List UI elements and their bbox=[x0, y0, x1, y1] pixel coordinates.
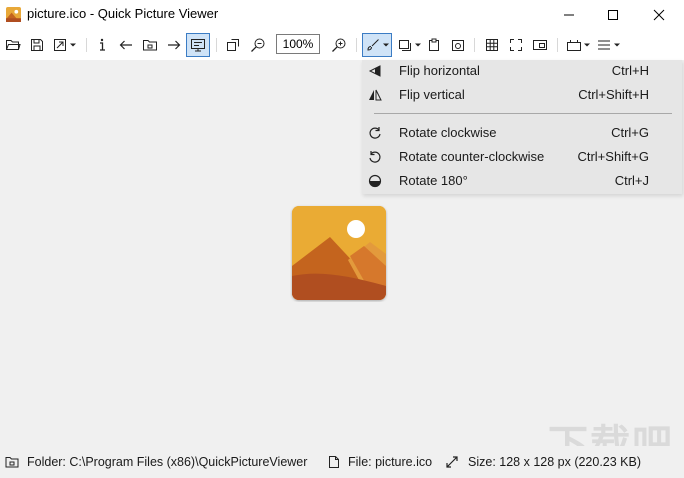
export-image-icon bbox=[54, 39, 66, 51]
flip-horizontal-icon bbox=[368, 65, 381, 77]
folder-open-icon bbox=[6, 40, 21, 50]
menu-separator bbox=[374, 113, 672, 114]
info-button[interactable] bbox=[94, 33, 110, 57]
close-icon bbox=[653, 9, 665, 21]
toolbar-separator bbox=[86, 38, 87, 52]
arrow-right-icon bbox=[168, 40, 181, 50]
picture-in-picture-button[interactable] bbox=[532, 33, 548, 57]
brush-icon bbox=[367, 39, 379, 51]
slideshow-button[interactable] bbox=[186, 33, 210, 57]
menu-item-flip-horizontal[interactable]: Flip horizontal Ctrl+H bbox=[362, 60, 682, 82]
menu-item-rotate-180[interactable]: Rotate 180° Ctrl+J bbox=[362, 170, 682, 192]
toolbar-separator bbox=[474, 38, 475, 52]
menu-item-rotate-clockwise[interactable]: Rotate clockwise Ctrl+G bbox=[362, 122, 682, 144]
menu-item-shortcut: Ctrl+Shift+H bbox=[578, 87, 649, 102]
save-button[interactable] bbox=[28, 33, 46, 57]
image-size-label: Size: 128 x 128 px (220.23 KB) bbox=[468, 455, 642, 469]
chevron-down-icon bbox=[383, 43, 389, 47]
arrow-left-icon bbox=[119, 40, 132, 50]
toolbar-separator bbox=[356, 38, 357, 52]
image-settings-icon bbox=[452, 40, 464, 51]
menu-item-label: Rotate counter-clockwise bbox=[399, 149, 545, 164]
previous-button[interactable] bbox=[117, 33, 135, 57]
hamburger-menu-icon bbox=[598, 40, 610, 50]
menu-item-flip-vertical[interactable]: Flip vertical Ctrl+Shift+H bbox=[362, 84, 682, 106]
grid-icon bbox=[486, 39, 498, 51]
menu-item-shortcut: Ctrl+Shift+G bbox=[577, 149, 649, 164]
file-icon bbox=[329, 456, 339, 468]
fullscreen-icon bbox=[510, 39, 522, 51]
menu-item-label: Flip vertical bbox=[399, 87, 465, 102]
title-bar[interactable]: picture.ico - Quick Picture Viewer bbox=[0, 0, 684, 30]
toolbar bbox=[0, 30, 684, 60]
chevron-down-icon bbox=[584, 43, 590, 47]
folder-icon bbox=[5, 457, 19, 468]
fit-to-window-button[interactable] bbox=[224, 33, 242, 57]
open-folder-button[interactable] bbox=[141, 33, 159, 57]
window-title: picture.ico - Quick Picture Viewer bbox=[27, 6, 219, 21]
status-bar: Folder: C:\Program Files (x86)\QuickPict… bbox=[0, 446, 684, 478]
rotate-flip-menu: Flip horizontal Ctrl+H Flip vertical Ctr… bbox=[362, 60, 682, 194]
menu-item-label: Flip horizontal bbox=[399, 63, 480, 78]
fullscreen-button[interactable] bbox=[508, 33, 524, 57]
save-icon bbox=[31, 39, 43, 51]
copy-icon bbox=[399, 40, 411, 51]
menu-item-shortcut: Ctrl+J bbox=[614, 173, 649, 188]
export-dropdown-button[interactable] bbox=[50, 33, 78, 57]
rotate-flip-dropdown-button[interactable] bbox=[362, 33, 392, 57]
chevron-down-icon bbox=[614, 43, 620, 47]
flip-vertical-icon bbox=[369, 89, 382, 101]
zoom-out-icon bbox=[251, 38, 265, 52]
minimize-button[interactable] bbox=[546, 0, 592, 30]
toolbar-separator bbox=[557, 38, 558, 52]
file-name-label: File: picture.ico bbox=[348, 455, 433, 469]
menu-item-label: Rotate clockwise bbox=[399, 125, 497, 140]
wallpaper-button[interactable] bbox=[450, 33, 466, 57]
plugins-icon bbox=[567, 40, 581, 51]
info-icon bbox=[100, 38, 105, 51]
resize-icon bbox=[446, 456, 458, 468]
toolbar-separator bbox=[216, 38, 217, 52]
chevron-down-icon bbox=[70, 43, 76, 47]
clipboard-icon bbox=[429, 38, 439, 51]
folder-path-label: Folder: C:\Program Files (x86)\QuickPict… bbox=[27, 455, 308, 469]
menu-item-shortcut: Ctrl+G bbox=[611, 125, 649, 140]
menu-item-rotate-counter-clockwise[interactable]: Rotate counter-clockwise Ctrl+Shift+G bbox=[362, 146, 682, 168]
menu-item-label: Rotate 180° bbox=[399, 173, 468, 188]
plugins-dropdown-button[interactable] bbox=[565, 33, 591, 57]
copy-dropdown-button[interactable] bbox=[395, 33, 423, 57]
grid-button[interactable] bbox=[484, 33, 500, 57]
rotate-counter-clockwise-icon bbox=[369, 151, 381, 163]
fit-window-icon bbox=[227, 39, 239, 51]
close-button[interactable] bbox=[636, 0, 682, 30]
maximize-icon bbox=[608, 10, 618, 20]
chevron-down-icon bbox=[415, 43, 421, 47]
zoom-out-button[interactable] bbox=[249, 33, 267, 57]
zoom-in-button[interactable] bbox=[330, 33, 348, 57]
rotate-180-icon bbox=[368, 174, 382, 188]
zoom-in-icon bbox=[332, 38, 346, 52]
slideshow-icon bbox=[191, 39, 205, 52]
folder-icon bbox=[143, 40, 157, 51]
menu-dropdown-button[interactable] bbox=[595, 33, 621, 57]
zoom-level-input[interactable] bbox=[276, 34, 320, 54]
minimize-icon bbox=[564, 14, 574, 16]
open-button[interactable] bbox=[4, 33, 22, 57]
maximize-button[interactable] bbox=[590, 0, 636, 30]
paste-button[interactable] bbox=[426, 33, 442, 57]
rotate-clockwise-icon bbox=[369, 127, 381, 139]
picture-in-picture-icon bbox=[533, 40, 547, 50]
app-icon bbox=[6, 7, 21, 22]
next-button[interactable] bbox=[165, 33, 183, 57]
displayed-picture bbox=[292, 206, 386, 300]
menu-item-shortcut: Ctrl+H bbox=[611, 63, 649, 78]
